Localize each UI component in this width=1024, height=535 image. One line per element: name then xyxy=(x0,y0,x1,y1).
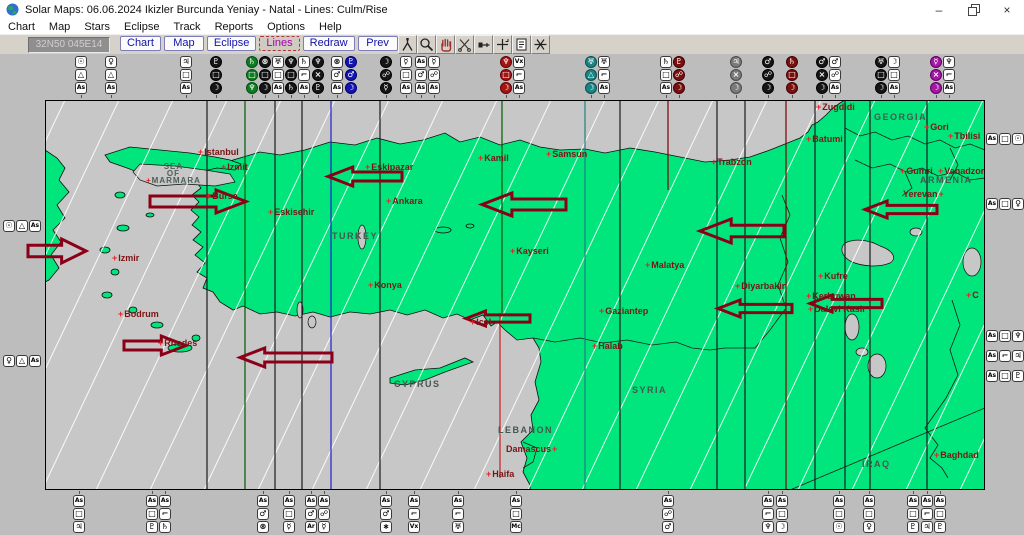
astro-map-canvas[interactable] xyxy=(0,0,1024,535)
solar-maps-window: Solar Maps: 06.06.2024 Ikizler Burcunda … xyxy=(0,0,1024,535)
